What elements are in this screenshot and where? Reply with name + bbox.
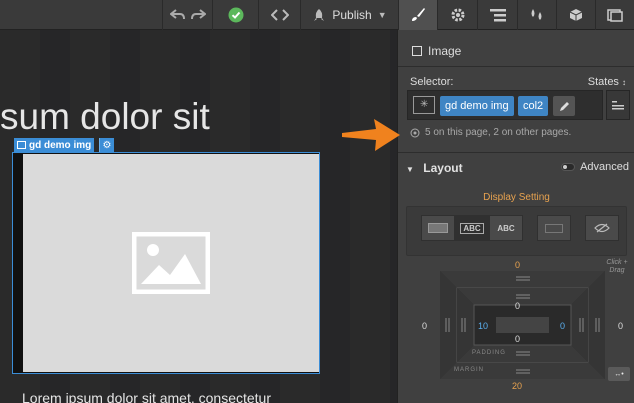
inline-icon: ABC xyxy=(497,223,515,233)
tab-navigator[interactable] xyxy=(477,0,517,30)
tab-settings[interactable] xyxy=(437,0,477,30)
display-setting-group: ABC ABC xyxy=(406,206,627,256)
expand-arrows-icon: ↔• xyxy=(614,370,624,378)
element-type-header: Image xyxy=(412,44,461,58)
selected-element-name: gd demo img xyxy=(29,139,92,151)
redo-icon[interactable] xyxy=(190,9,206,21)
display-setting-label: Display Setting xyxy=(483,192,550,203)
designer-window: Publish ▼ sum dolor sit gd demo img ⚙ Lo… xyxy=(0,0,634,403)
page-heading[interactable]: sum dolor sit xyxy=(0,96,210,138)
display-flex-button[interactable] xyxy=(537,215,571,241)
image-icon xyxy=(17,141,26,149)
class-chip-col2[interactable]: col2 xyxy=(518,96,549,116)
chevron-updown-icon: ↕ xyxy=(622,78,626,87)
rocket-icon xyxy=(314,9,325,21)
brush-icon xyxy=(412,8,425,21)
code-button[interactable] xyxy=(258,0,300,30)
display-block-button[interactable] xyxy=(421,215,455,241)
advanced-toggle[interactable]: Advanced xyxy=(561,161,629,173)
image-element-icon xyxy=(412,46,422,56)
tab-symbols[interactable] xyxy=(556,0,595,30)
drops-icon xyxy=(531,9,542,20)
padding-top-value[interactable]: 0 xyxy=(515,301,520,311)
edit-selector-button[interactable] xyxy=(553,96,575,116)
margin-right-value[interactable]: 0 xyxy=(618,321,623,331)
pencil-icon xyxy=(559,101,569,111)
undo-redo-group xyxy=(162,0,212,30)
block-icon xyxy=(428,223,448,233)
check-circle-icon xyxy=(228,7,243,23)
gear-icon: ⚙ xyxy=(102,139,112,151)
box-model-editor[interactable]: 0 0 0 20 0 10 0 0 PADDING MARGIN xyxy=(422,260,623,391)
undo-icon[interactable] xyxy=(169,9,186,21)
element-type-label: Image xyxy=(428,44,462,58)
divider xyxy=(398,152,634,153)
padding-caption: PADDING xyxy=(472,350,506,356)
eye-slash-icon xyxy=(594,223,610,233)
divider xyxy=(398,66,634,67)
padding-bottom-value[interactable]: 0 xyxy=(515,334,520,344)
style-panel: Image Selector: States ↕ ✳ gd demo img c… xyxy=(397,30,634,403)
tab-assets[interactable] xyxy=(595,0,634,30)
padding-right-value[interactable]: 0 xyxy=(560,321,565,331)
margin-top-value[interactable]: 0 xyxy=(515,260,520,270)
advanced-label: Advanced xyxy=(580,161,629,173)
padding-left-value[interactable]: 10 xyxy=(478,321,488,331)
flex-icon xyxy=(545,223,563,233)
list-icon xyxy=(612,101,624,110)
expand-box-model-button[interactable]: ↔• xyxy=(608,367,630,381)
element-settings-button[interactable]: ⚙ xyxy=(99,138,114,152)
navigator-icon xyxy=(489,9,506,22)
selector-usage: 5 on this page, 2 on other pages. xyxy=(410,127,571,138)
margin-caption: MARGIN xyxy=(454,367,484,373)
target-icon xyxy=(410,128,420,137)
box-model-diagram xyxy=(440,271,605,379)
class-chip-gd-demo-img[interactable]: gd demo img xyxy=(440,96,514,116)
grid-column xyxy=(390,30,397,403)
tab-style[interactable] xyxy=(398,0,437,30)
top-toolbar: Publish ▼ xyxy=(0,0,634,30)
tab-interactions[interactable] xyxy=(517,0,556,30)
layout-label: Layout xyxy=(423,161,463,175)
selected-element-label[interactable]: gd demo img xyxy=(14,138,95,152)
annotation-arrow-icon xyxy=(342,119,400,151)
publish-button[interactable]: Publish ▼ xyxy=(300,0,398,30)
image-placeholder xyxy=(23,154,319,372)
inline-block-icon: ABC xyxy=(460,222,484,234)
display-none-button[interactable] xyxy=(585,215,619,241)
states-label: States xyxy=(587,76,619,88)
display-inline-button[interactable]: ABC xyxy=(489,215,523,241)
image-selector-icon: ✳ xyxy=(413,96,435,114)
grid-column xyxy=(320,30,350,403)
selector-field[interactable]: ✳ gd demo img col2 xyxy=(407,90,603,120)
selector-label: Selector: xyxy=(410,76,454,88)
selected-image-element[interactable] xyxy=(12,152,320,374)
toggle-icon xyxy=(561,163,576,171)
layout-section-header[interactable]: ▼ Layout xyxy=(406,161,463,175)
states-dropdown[interactable]: States ↕ xyxy=(588,76,626,88)
check-button[interactable] xyxy=(212,0,258,30)
publish-label: Publish xyxy=(332,8,372,22)
click-drag-hint: Click + Drag xyxy=(606,259,628,274)
margin-bottom-value[interactable]: 20 xyxy=(512,381,522,391)
box-icon xyxy=(569,9,583,21)
body-paragraph[interactable]: Lorem ipsum dolor sit amet, consectetur xyxy=(22,390,271,403)
display-inline-block-button[interactable]: ABC xyxy=(455,215,489,241)
gear-icon xyxy=(451,8,464,22)
usage-text: 5 on this page, 2 on other pages. xyxy=(425,127,572,138)
chevron-down-icon: ▼ xyxy=(377,10,387,20)
code-icon xyxy=(270,9,289,21)
selector-menu-button[interactable] xyxy=(606,90,630,120)
image-placeholder-icon xyxy=(132,232,210,294)
margin-left-value[interactable]: 0 xyxy=(422,321,427,331)
caret-down-icon: ▼ xyxy=(406,165,414,174)
assets-icon xyxy=(607,9,623,22)
design-canvas[interactable]: sum dolor sit gd demo img ⚙ Lorem ipsum … xyxy=(0,30,397,403)
